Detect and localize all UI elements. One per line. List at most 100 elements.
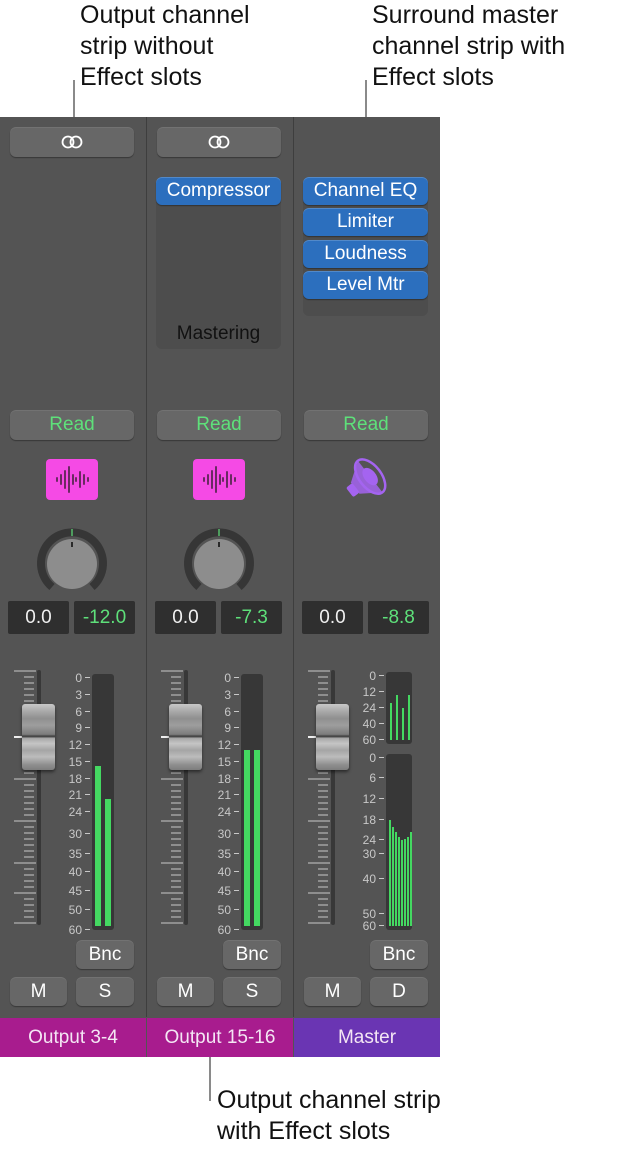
meter-bar	[390, 702, 392, 740]
meter-scale-label: 60	[363, 920, 384, 932]
fader-tick	[24, 772, 34, 774]
channel-name[interactable]: Output 15-16	[147, 1018, 293, 1057]
callout-line-1: Output channel strip	[217, 1086, 441, 1114]
plugin-slot-loudness[interactable]: Loudness	[303, 240, 428, 268]
fader-tick	[24, 886, 34, 888]
meter-scale-label: 0	[369, 752, 384, 764]
meter-scale-label: 35	[218, 848, 239, 860]
meter-scale-label: 18	[69, 773, 90, 785]
mute-button[interactable]: M	[157, 977, 214, 1006]
mute-button[interactable]: M	[304, 977, 361, 1006]
fader-tick	[24, 868, 34, 870]
callout-line-1: Output channel	[80, 1, 250, 29]
volume-readout[interactable]: 0.0	[155, 601, 216, 634]
meter-scale-label: 60	[69, 924, 90, 936]
meter-scale-label: 21	[218, 789, 239, 801]
fader-tick	[318, 844, 328, 846]
volume-fader[interactable]	[169, 704, 202, 770]
track-icon[interactable]	[193, 459, 245, 500]
solo-button[interactable]: S	[223, 977, 281, 1006]
fader-tick	[171, 694, 181, 696]
fader-tick	[24, 802, 34, 804]
meter-scale-label: 6	[224, 706, 239, 718]
callout-line-3: Effect slots	[80, 63, 202, 91]
fader-tick	[318, 868, 328, 870]
effect-preset-label[interactable]: Mastering	[156, 323, 281, 345]
fader-tick	[171, 916, 181, 918]
fader-tick	[171, 772, 181, 774]
channel-strip-master: Channel EQ Limiter Loudness Level Mtr Re…	[294, 117, 440, 1057]
meter-scale-label: 35	[69, 848, 90, 860]
pan-knob[interactable]	[36, 527, 108, 599]
callout-pointer-left	[73, 80, 75, 118]
fader-tick	[24, 916, 34, 918]
meter-scale-label: 9	[224, 722, 239, 734]
bounce-button[interactable]: Bnc	[370, 940, 428, 969]
fader-tick	[24, 838, 34, 840]
surround-level-meter	[386, 672, 412, 744]
stereo-link-button[interactable]	[10, 127, 134, 157]
channel-name[interactable]: Output 3-4	[0, 1018, 146, 1057]
unity-mark	[14, 736, 22, 738]
channel-name[interactable]: Master	[294, 1018, 440, 1057]
speaker-icon[interactable]	[340, 452, 394, 506]
meter-scale-label: 15	[69, 756, 90, 768]
fader-tick	[24, 694, 34, 696]
meter-scale-label: 12	[363, 793, 384, 805]
plugin-slot-channel-eq[interactable]: Channel EQ	[303, 177, 428, 205]
volume-readout[interactable]: 0.0	[302, 601, 363, 634]
bounce-button[interactable]: Bnc	[76, 940, 134, 969]
track-icon[interactable]	[46, 459, 98, 500]
fader-tick	[24, 844, 34, 846]
volume-fader[interactable]	[316, 704, 349, 770]
meter-bar	[389, 820, 391, 926]
meter-scale-label: 50	[69, 904, 90, 916]
peak-readout[interactable]: -8.8	[368, 601, 429, 634]
automation-mode-button[interactable]: Read	[304, 410, 428, 440]
peak-readout[interactable]: -7.3	[221, 601, 282, 634]
volume-readout[interactable]: 0.0	[8, 601, 69, 634]
fader-tick	[318, 694, 328, 696]
fader-tick	[24, 814, 34, 816]
meter-scale-label: 45	[69, 885, 90, 897]
audio-effect-slots: Compressor Mastering	[156, 177, 281, 349]
channel-strip-output-15-16: Compressor Mastering Read 0.0 -7.3 0 3 6 9 1…	[147, 117, 293, 1057]
bounce-button[interactable]: Bnc	[223, 940, 281, 969]
pan-knob[interactable]	[183, 527, 255, 599]
automation-mode-button[interactable]: Read	[157, 410, 281, 440]
peak-readout[interactable]: -12.0	[74, 601, 135, 634]
fader-tick	[24, 790, 34, 792]
fader-tick	[171, 868, 181, 870]
fader-tick	[318, 784, 328, 786]
meter-scale-label: 3	[75, 689, 90, 701]
callout-line-2: strip without	[80, 32, 214, 60]
fader-tick	[171, 880, 181, 882]
fader-tick	[308, 820, 330, 822]
unity-mark	[161, 736, 169, 738]
fader-tick	[24, 700, 34, 702]
dim-button[interactable]: D	[370, 977, 428, 1006]
level-meter	[92, 674, 114, 930]
meter-bar	[407, 836, 409, 926]
meter-scale-label: 50	[218, 904, 239, 916]
volume-fader[interactable]	[22, 704, 55, 770]
plugin-slot-level-meter[interactable]: Level Mtr	[303, 271, 428, 299]
fader-tick	[318, 682, 328, 684]
fader-tick	[318, 802, 328, 804]
meter-scale-label: 0	[75, 672, 90, 684]
meter-bar	[392, 826, 394, 926]
fader-tick	[308, 922, 330, 924]
plugin-slot-limiter[interactable]: Limiter	[303, 208, 428, 236]
plugin-slot-compressor[interactable]: Compressor	[156, 177, 281, 205]
meter-bar	[402, 708, 404, 740]
fader-tick	[171, 790, 181, 792]
mute-button[interactable]: M	[10, 977, 67, 1006]
fader-tick	[161, 862, 183, 864]
fader-tick	[171, 802, 181, 804]
stereo-link-button[interactable]	[157, 127, 281, 157]
fader-tick	[171, 784, 181, 786]
automation-mode-button[interactable]: Read	[10, 410, 134, 440]
solo-button[interactable]: S	[76, 977, 134, 1006]
fader-tick	[24, 874, 34, 876]
fader-tick	[318, 772, 328, 774]
